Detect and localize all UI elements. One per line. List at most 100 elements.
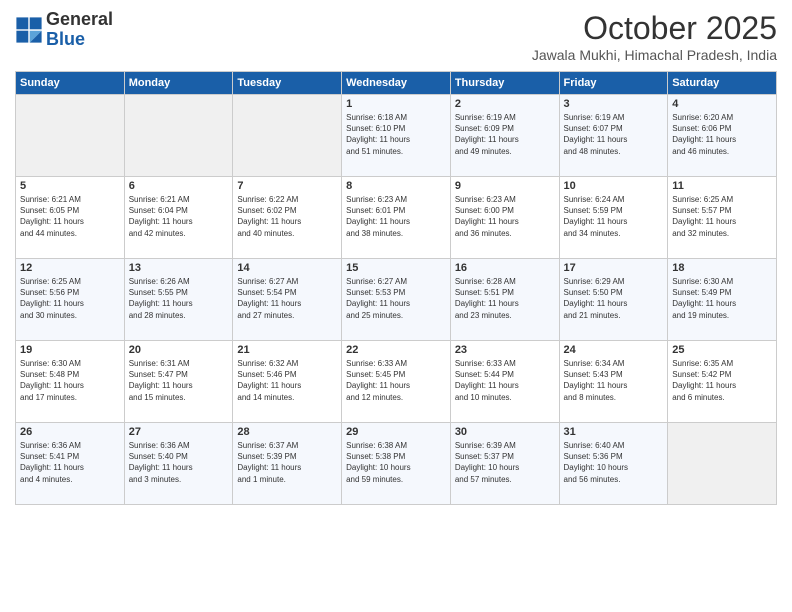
calendar-cell: 22Sunrise: 6:33 AM Sunset: 5:45 PM Dayli… — [342, 341, 451, 423]
day-number: 3 — [564, 98, 664, 110]
calendar-cell: 21 Sunrise: 6:32 AM Sunset: 5:46 PM Dayli… — [233, 341, 342, 423]
calendar-cell: 31Sunrise: 6:40 AM Sunset: 5:36 PM Dayli… — [559, 423, 668, 505]
calendar-cell — [668, 423, 777, 505]
day-info: Sunrise: 6:25 AM Sunset: 5:56 PM Dayligh… — [20, 276, 120, 321]
day-number: 31 — [564, 426, 664, 438]
day-number: 19 — [20, 344, 120, 356]
day-header-tuesday: Tuesday — [233, 72, 342, 95]
day-number: 21 — [237, 344, 337, 356]
day-info: Sunrise: 6:37 AM Sunset: 5:39 PM Dayligh… — [237, 440, 337, 485]
day-number: 7 — [237, 180, 337, 192]
day-number: 27 — [129, 426, 229, 438]
calendar-cell: 25Sunrise: 6:35 AM Sunset: 5:42 PM Dayli… — [668, 341, 777, 423]
calendar-cell: 9 Sunrise: 6:23 AM Sunset: 6:00 PM Daylig… — [450, 177, 559, 259]
calendar-cell: 5 Sunrise: 6:21 AM Sunset: 6:05 PM Daylig… — [16, 177, 125, 259]
day-header-wednesday: Wednesday — [342, 72, 451, 95]
day-number: 18 — [672, 262, 772, 274]
day-number: 30 — [455, 426, 555, 438]
day-number: 28 — [237, 426, 337, 438]
calendar-cell: 27 Sunrise: 6:36 AM Sunset: 5:40 PM Dayli… — [124, 423, 233, 505]
day-number: 1 — [346, 98, 446, 110]
day-number: 8 — [346, 180, 446, 192]
calendar-week-3: 12 Sunrise: 6:25 AM Sunset: 5:56 PM Dayli… — [16, 259, 777, 341]
calendar-cell: 7Sunrise: 6:22 AM Sunset: 6:02 PM Daylig… — [233, 177, 342, 259]
calendar-cell: 12 Sunrise: 6:25 AM Sunset: 5:56 PM Dayli… — [16, 259, 125, 341]
day-header-friday: Friday — [559, 72, 668, 95]
day-info: Sunrise: 6:33 AM Sunset: 5:44 PM Dayligh… — [455, 358, 555, 403]
day-info: Sunrise: 6:27 AM Sunset: 5:53 PM Dayligh… — [346, 276, 446, 321]
day-number: 2 — [455, 98, 555, 110]
day-info: Sunrise: 6:39 AM Sunset: 5:37 PM Dayligh… — [455, 440, 555, 485]
calendar-cell: 13 Sunrise: 6:26 AM Sunset: 5:55 PM Dayli… — [124, 259, 233, 341]
day-info: Sunrise: 6:28 AM Sunset: 5:51 PM Dayligh… — [455, 276, 555, 321]
day-number: 6 — [129, 180, 229, 192]
month-title: October 2025 — [532, 10, 777, 47]
day-number: 4 — [672, 98, 772, 110]
day-info: Sunrise: 6:21 AM Sunset: 6:04 PM Dayligh… — [129, 194, 229, 239]
calendar-week-1: 1Sunrise: 6:18 AM Sunset: 6:10 PM Daylig… — [16, 95, 777, 177]
day-info: Sunrise: 6:30 AM Sunset: 5:48 PM Dayligh… — [20, 358, 120, 403]
calendar-cell: 28 Sunrise: 6:37 AM Sunset: 5:39 PM Dayli… — [233, 423, 342, 505]
day-header-sunday: Sunday — [16, 72, 125, 95]
day-info: Sunrise: 6:38 AM Sunset: 5:38 PM Dayligh… — [346, 440, 446, 485]
day-info: Sunrise: 6:31 AM Sunset: 5:47 PM Dayligh… — [129, 358, 229, 403]
calendar-cell — [124, 95, 233, 177]
calendar-cell: 24Sunrise: 6:34 AM Sunset: 5:43 PM Dayli… — [559, 341, 668, 423]
calendar-cell: 16 Sunrise: 6:28 AM Sunset: 5:51 PM Dayli… — [450, 259, 559, 341]
day-number: 16 — [455, 262, 555, 274]
calendar-cell: 26 Sunrise: 6:36 AM Sunset: 5:41 PM Dayli… — [16, 423, 125, 505]
day-info: Sunrise: 6:32 AM Sunset: 5:46 PM Dayligh… — [237, 358, 337, 403]
day-number: 26 — [20, 426, 120, 438]
day-number: 29 — [346, 426, 446, 438]
calendar-body: 1Sunrise: 6:18 AM Sunset: 6:10 PM Daylig… — [16, 95, 777, 505]
logo-general: General — [46, 9, 113, 29]
calendar-cell — [16, 95, 125, 177]
calendar-week-2: 5 Sunrise: 6:21 AM Sunset: 6:05 PM Daylig… — [16, 177, 777, 259]
calendar-header-row: SundayMondayTuesdayWednesdayThursdayFrid… — [16, 72, 777, 95]
calendar-cell: 14Sunrise: 6:27 AM Sunset: 5:54 PM Dayli… — [233, 259, 342, 341]
calendar-container: General Blue October 2025 Jawala Mukhi, … — [0, 0, 792, 513]
title-block: October 2025 Jawala Mukhi, Himachal Prad… — [532, 10, 777, 63]
day-number: 17 — [564, 262, 664, 274]
calendar-cell: 19 Sunrise: 6:30 AM Sunset: 5:48 PM Dayli… — [16, 341, 125, 423]
calendar-cell: 29 Sunrise: 6:38 AM Sunset: 5:38 PM Dayli… — [342, 423, 451, 505]
day-info: Sunrise: 6:34 AM Sunset: 5:43 PM Dayligh… — [564, 358, 664, 403]
logo: General Blue — [15, 10, 113, 50]
day-header-saturday: Saturday — [668, 72, 777, 95]
day-number: 11 — [672, 180, 772, 192]
calendar-cell: 6 Sunrise: 6:21 AM Sunset: 6:04 PM Daylig… — [124, 177, 233, 259]
day-number: 22 — [346, 344, 446, 356]
calendar-week-5: 26 Sunrise: 6:36 AM Sunset: 5:41 PM Dayli… — [16, 423, 777, 505]
header: General Blue October 2025 Jawala Mukhi, … — [15, 10, 777, 63]
day-number: 23 — [455, 344, 555, 356]
calendar-cell: 15Sunrise: 6:27 AM Sunset: 5:53 PM Dayli… — [342, 259, 451, 341]
calendar-cell: 18Sunrise: 6:30 AM Sunset: 5:49 PM Dayli… — [668, 259, 777, 341]
calendar-cell: 30 Sunrise: 6:39 AM Sunset: 5:37 PM Dayli… — [450, 423, 559, 505]
day-info: Sunrise: 6:23 AM Sunset: 6:00 PM Dayligh… — [455, 194, 555, 239]
calendar-cell: 17 Sunrise: 6:29 AM Sunset: 5:50 PM Dayli… — [559, 259, 668, 341]
day-number: 12 — [20, 262, 120, 274]
calendar-cell: 8 Sunrise: 6:23 AM Sunset: 6:01 PM Daylig… — [342, 177, 451, 259]
logo-text: General Blue — [46, 10, 113, 50]
day-number: 13 — [129, 262, 229, 274]
day-info: Sunrise: 6:36 AM Sunset: 5:41 PM Dayligh… — [20, 440, 120, 485]
logo-blue: Blue — [46, 29, 85, 49]
day-number: 25 — [672, 344, 772, 356]
day-info: Sunrise: 6:26 AM Sunset: 5:55 PM Dayligh… — [129, 276, 229, 321]
day-info: Sunrise: 6:23 AM Sunset: 6:01 PM Dayligh… — [346, 194, 446, 239]
calendar-cell: 3 Sunrise: 6:19 AM Sunset: 6:07 PM Daylig… — [559, 95, 668, 177]
calendar-cell: 1Sunrise: 6:18 AM Sunset: 6:10 PM Daylig… — [342, 95, 451, 177]
day-number: 5 — [20, 180, 120, 192]
day-info: Sunrise: 6:36 AM Sunset: 5:40 PM Dayligh… — [129, 440, 229, 485]
day-info: Sunrise: 6:21 AM Sunset: 6:05 PM Dayligh… — [20, 194, 120, 239]
day-info: Sunrise: 6:25 AM Sunset: 5:57 PM Dayligh… — [672, 194, 772, 239]
day-header-monday: Monday — [124, 72, 233, 95]
day-info: Sunrise: 6:19 AM Sunset: 6:09 PM Dayligh… — [455, 112, 555, 157]
day-number: 9 — [455, 180, 555, 192]
day-info: Sunrise: 6:29 AM Sunset: 5:50 PM Dayligh… — [564, 276, 664, 321]
calendar-cell: 23 Sunrise: 6:33 AM Sunset: 5:44 PM Dayli… — [450, 341, 559, 423]
day-info: Sunrise: 6:19 AM Sunset: 6:07 PM Dayligh… — [564, 112, 664, 157]
calendar-week-4: 19 Sunrise: 6:30 AM Sunset: 5:48 PM Dayli… — [16, 341, 777, 423]
day-info: Sunrise: 6:27 AM Sunset: 5:54 PM Dayligh… — [237, 276, 337, 321]
day-info: Sunrise: 6:24 AM Sunset: 5:59 PM Dayligh… — [564, 194, 664, 239]
